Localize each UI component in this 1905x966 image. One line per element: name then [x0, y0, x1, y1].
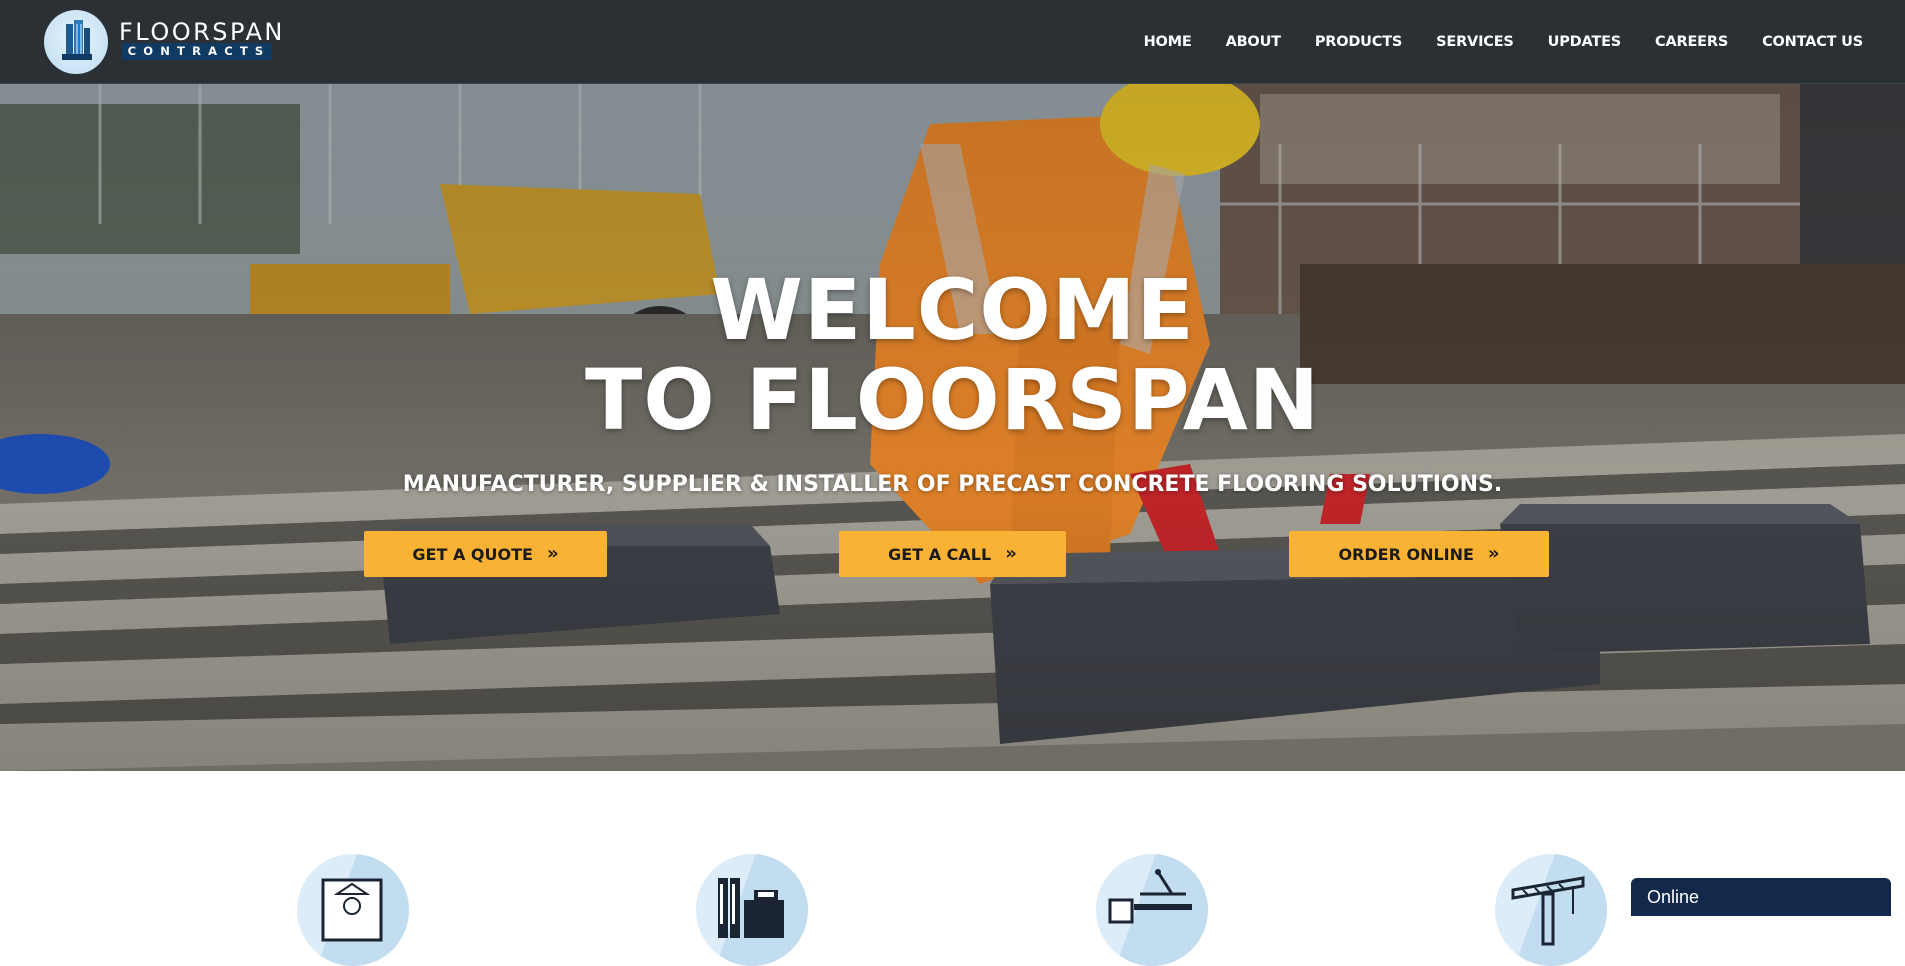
brand-tagline: CONTRACTS — [122, 43, 272, 60]
get-a-call-button[interactable]: GET A CALL » — [839, 531, 1066, 577]
crane-icon — [1495, 854, 1607, 966]
order-online-button[interactable]: ORDER ONLINE » — [1289, 531, 1549, 577]
get-a-call-label: GET A CALL — [888, 544, 992, 564]
nav-products[interactable]: PRODUCTS — [1315, 34, 1403, 50]
double-chevron-right-icon: » — [1487, 543, 1500, 564]
chat-status: Online — [1647, 887, 1700, 907]
get-a-quote-label: GET A QUOTE — [412, 544, 533, 564]
nav-contact-us[interactable]: CONTACT US — [1762, 34, 1863, 50]
nav-careers[interactable]: CAREERS — [1655, 34, 1728, 50]
nav-about[interactable]: ABOUT — [1226, 34, 1281, 50]
nav-home[interactable]: HOME — [1144, 34, 1192, 50]
house-blueprint-icon — [297, 854, 409, 966]
nav-services[interactable]: SERVICES — [1436, 34, 1514, 50]
main-nav: HOME ABOUT PRODUCTS SERVICES UPDATES CAR… — [1110, 0, 1864, 83]
order-online-label: ORDER ONLINE — [1338, 544, 1474, 564]
site-header: FLOORSPAN CONTRACTS HOME ABOUT PRODUCTS … — [0, 0, 1905, 84]
brand-name[interactable]: FLOORSPAN — [119, 20, 285, 44]
nav-updates[interactable]: UPDATES — [1548, 34, 1622, 50]
hero-subtitle: MANUFACTURER, SUPPLIER & INSTALLER OF PR… — [402, 472, 1503, 497]
get-a-quote-button[interactable]: GET A QUOTE » — [364, 531, 607, 577]
delivery-truck-icon — [1096, 854, 1208, 966]
live-chat-widget[interactable]: Online — [1631, 878, 1891, 916]
factory-icon — [696, 854, 808, 966]
double-chevron-right-icon: » — [546, 543, 559, 564]
logo-building-icon[interactable] — [44, 10, 108, 74]
hero-title-line-1: WELCOME — [710, 261, 1195, 359]
double-chevron-right-icon: » — [1005, 543, 1017, 564]
hero-title-line-2: TO FLOORSPAN — [584, 351, 1321, 449]
hero-section: WELCOME TO FLOORSPAN MANUFACTURER, SUPPL… — [0, 84, 1905, 771]
